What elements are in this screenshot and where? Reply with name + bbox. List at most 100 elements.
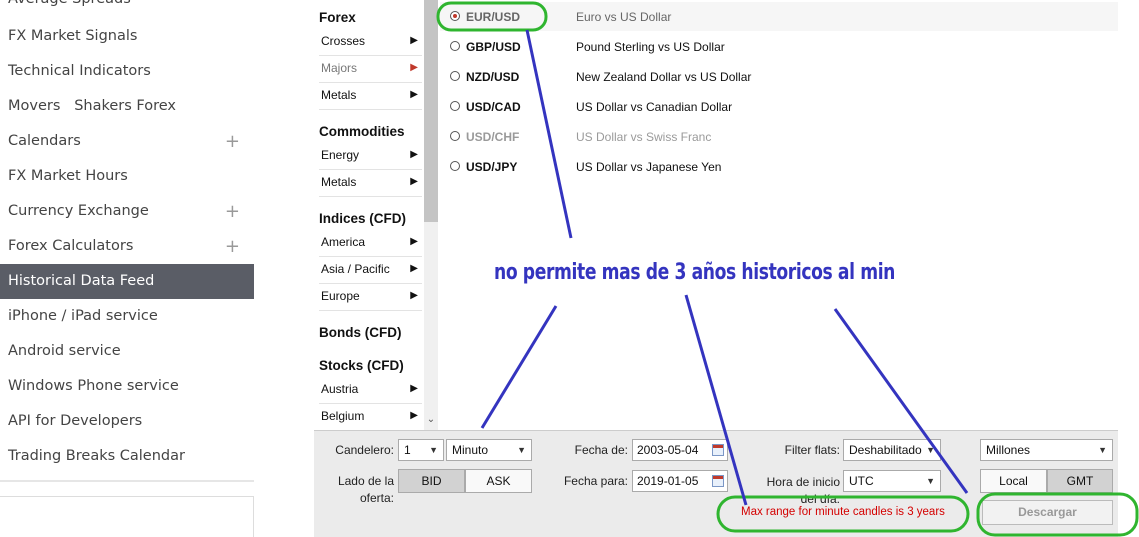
- sidebar-item[interactable]: Forex Calculators +: [0, 229, 254, 264]
- category-item-crosses[interactable]: Crosses ▶: [319, 30, 422, 56]
- local-toggle[interactable]: Local: [980, 469, 1047, 493]
- sidebar-item[interactable]: Windows Phone service: [0, 369, 254, 404]
- arrow-right-icon: ▶: [410, 149, 418, 160]
- chevron-down-icon: ▼: [926, 445, 935, 455]
- sidebar-item-label: Forex Calculators: [8, 238, 134, 254]
- sidebar-bottom-box: [0, 496, 254, 537]
- category-panel: Forex Crosses ▶ Majors ▶ Metals ▶ Commoditi…: [314, 0, 424, 430]
- category-item-commodity-metals[interactable]: Metals ▶: [319, 171, 422, 197]
- instrument-symbol: USD/CHF: [466, 130, 520, 144]
- sidebar-item[interactable]: Average Spreads: [0, 0, 254, 17]
- to-date-input[interactable]: 2019-01-05: [632, 470, 728, 492]
- arrow-right-icon: ▶: [410, 383, 418, 394]
- start-hour-label: Hora de inicio del día:: [766, 475, 840, 506]
- sidebar-item[interactable]: Android service: [0, 334, 254, 369]
- filter-flats-select[interactable]: Deshabilitado ▼: [843, 439, 941, 461]
- ask-toggle[interactable]: ASK: [465, 469, 532, 493]
- category-item-majors[interactable]: Majors ▶: [319, 57, 422, 83]
- from-date-label: Fecha de:: [574, 443, 628, 457]
- select-value: Millones: [986, 443, 1031, 457]
- chevron-down-icon: ▼: [429, 445, 438, 455]
- category-item-belgium[interactable]: Belgium ▶: [319, 405, 422, 431]
- category-heading-bonds[interactable]: Bonds (CFD): [319, 325, 401, 340]
- category-item-label: Asia / Pacific: [321, 262, 390, 276]
- category-item-asia-pacific[interactable]: Asia / Pacific ▶: [319, 258, 422, 284]
- category-item-label: Crosses: [321, 34, 366, 48]
- radio-button[interactable]: [450, 131, 460, 141]
- instrument-row[interactable]: USD/JPY US Dollar vs Japanese Yen: [440, 152, 1118, 181]
- radio-button[interactable]: [450, 41, 460, 51]
- category-item-austria[interactable]: Austria ▶: [319, 378, 422, 404]
- chevron-down-icon: ▼: [926, 476, 935, 486]
- volume-units-select[interactable]: Millones ▼: [980, 439, 1113, 461]
- category-item-label: America: [321, 235, 366, 249]
- chevron-down-icon[interactable]: ⌄: [424, 414, 438, 428]
- instrument-row: USD/CHF US Dollar vs Swiss Franc: [440, 122, 1118, 151]
- plus-icon[interactable]: +: [225, 229, 240, 264]
- category-item-energy[interactable]: Energy ▶: [319, 144, 422, 170]
- category-item-label: Metals: [321, 88, 357, 102]
- radio-button[interactable]: [450, 101, 460, 111]
- category-item-metals[interactable]: Metals ▶: [319, 84, 422, 110]
- sidebar-item-label: Android service: [8, 343, 121, 359]
- sidebar-item[interactable]: FX Market Hours: [0, 159, 254, 194]
- gmt-toggle[interactable]: GMT: [1047, 469, 1113, 493]
- chevron-down-icon: ▼: [517, 445, 526, 455]
- instrument-description: US Dollar vs Japanese Yen: [576, 160, 722, 174]
- instrument-symbol: USD/CAD: [466, 100, 521, 114]
- instrument-description: US Dollar vs Swiss Franc: [576, 130, 712, 144]
- category-item-america[interactable]: America ▶: [319, 231, 422, 257]
- scrollbar-thumb[interactable]: [424, 0, 438, 222]
- sidebar-item-label: Trading Breaks Calendar: [8, 448, 185, 464]
- category-item-label: Austria: [321, 382, 359, 396]
- instrument-row[interactable]: EUR/USD Euro vs US Dollar: [440, 2, 1118, 31]
- sidebar-item-label: API for Developers: [8, 413, 143, 429]
- candle-count-select[interactable]: 1 ▼: [398, 439, 444, 461]
- sidebar-nav: Average Spreads FX Market Signals Technica…: [0, 0, 254, 480]
- instrument-description: Pound Sterling vs US Dollar: [576, 40, 725, 54]
- arrow-right-icon: ▶: [410, 89, 418, 100]
- candle-unit-select[interactable]: Minuto ▼: [446, 439, 532, 461]
- instrument-description: New Zealand Dollar vs US Dollar: [576, 70, 752, 84]
- arrow-right-icon: ▶: [410, 263, 418, 274]
- sidebar-item-label: Calendars: [8, 133, 81, 149]
- select-value: Minuto: [452, 443, 489, 457]
- download-button[interactable]: Descargar: [982, 500, 1113, 525]
- instrument-description: US Dollar vs Canadian Dollar: [576, 100, 733, 114]
- date-value: 2003-05-04: [637, 443, 699, 457]
- select-value: UTC: [849, 474, 874, 488]
- bid-toggle[interactable]: BID: [398, 469, 465, 493]
- category-heading-stocks: Stocks (CFD): [319, 358, 404, 373]
- sidebar-item[interactable]: Historical Data Feed: [0, 264, 254, 299]
- from-date-input[interactable]: 2003-05-04: [632, 439, 728, 461]
- category-heading-commodities: Commodities: [319, 124, 405, 139]
- radio-button[interactable]: [450, 11, 460, 21]
- sidebar-item-label: FX Market Signals: [8, 28, 138, 44]
- calendar-icon[interactable]: [712, 444, 724, 456]
- plus-icon[interactable]: +: [225, 124, 240, 159]
- sidebar-item[interactable]: Trading Breaks Calendar: [0, 439, 254, 474]
- instrument-row[interactable]: NZD/USD New Zealand Dollar vs US Dollar: [440, 62, 1118, 91]
- sidebar-item[interactable]: Movers Shakers Forex: [0, 89, 254, 124]
- instrument-row[interactable]: GBP/USD Pound Sterling vs US Dollar: [440, 32, 1118, 61]
- plus-icon[interactable]: +: [225, 194, 240, 229]
- sidebar-item[interactable]: API for Developers: [0, 404, 254, 439]
- category-item-europe[interactable]: Europe ▶: [319, 285, 422, 311]
- category-item-label: Majors: [321, 61, 358, 75]
- radio-button[interactable]: [450, 161, 460, 171]
- sidebar-item[interactable]: Currency Exchange +: [0, 194, 254, 229]
- radio-button[interactable]: [450, 71, 460, 81]
- calendar-icon[interactable]: [712, 475, 724, 487]
- sidebar-item[interactable]: Calendars +: [0, 124, 254, 159]
- timezone-select[interactable]: UTC ▼: [843, 470, 941, 492]
- instrument-row[interactable]: USD/CAD US Dollar vs Canadian Dollar: [440, 92, 1118, 121]
- sidebar-item[interactable]: iPhone / iPad service: [0, 299, 254, 334]
- select-value: Deshabilitado: [849, 443, 922, 457]
- sidebar-item[interactable]: FX Market Signals: [0, 19, 254, 54]
- sidebar-item[interactable]: Technical Indicators: [0, 54, 254, 89]
- sidebar-item-label: FX Market Hours: [8, 168, 128, 184]
- instrument-description: Euro vs US Dollar: [576, 10, 672, 24]
- sidebar-item-label: Historical Data Feed: [8, 273, 155, 289]
- instrument-symbol: NZD/USD: [466, 70, 520, 84]
- range-warning-message: Max range for minute candles is 3 years: [741, 506, 945, 518]
